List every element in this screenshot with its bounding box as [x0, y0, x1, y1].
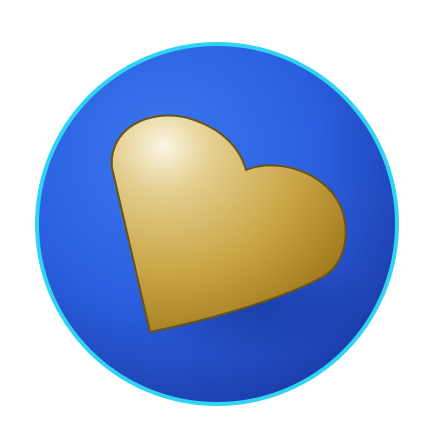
heart-badge-icon	[35, 42, 399, 406]
icon-canvas	[0, 0, 434, 434]
